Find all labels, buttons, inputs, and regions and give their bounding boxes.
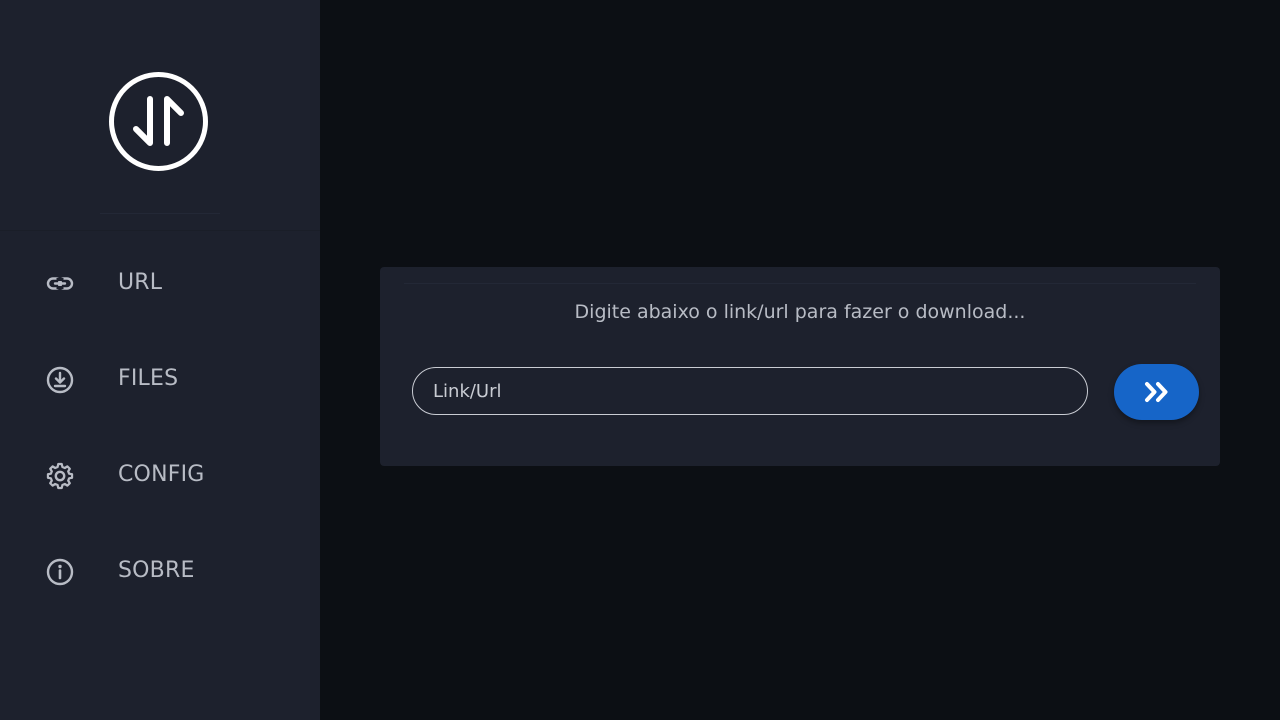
sidebar-item-label: URL [118, 270, 163, 295]
app-window: URL FILES CONFIG SOBRE Digite abaixo o l… [0, 0, 1280, 720]
logo-divider [100, 213, 220, 214]
arrows-up-down-circle-icon [108, 71, 209, 172]
download-circle-icon [45, 365, 75, 395]
gear-icon [45, 461, 75, 491]
sidebar-item-sobre[interactable]: SOBRE [0, 536, 320, 608]
card-divider [404, 283, 1196, 284]
sidebar-item-config[interactable]: CONFIG [0, 440, 320, 512]
sidebar-item-files[interactable]: FILES [0, 344, 320, 416]
sidebar-item-label: SOBRE [118, 558, 195, 583]
submit-download-button[interactable] [1114, 364, 1199, 420]
download-card: Digite abaixo o link/url para fazer o do… [380, 267, 1220, 466]
sidebar-item-label: FILES [118, 366, 179, 391]
double-chevron-right-icon [1144, 381, 1170, 403]
info-circle-icon [45, 557, 75, 587]
sidebar-divider [0, 230, 320, 231]
sidebar: URL FILES CONFIG SOBRE [0, 0, 320, 720]
card-title: Digite abaixo o link/url para fazer o do… [574, 301, 1026, 323]
url-input[interactable] [412, 367, 1088, 415]
sidebar-item-label: CONFIG [118, 462, 205, 487]
link-icon [45, 269, 75, 299]
sidebar-item-url[interactable]: URL [0, 248, 320, 320]
